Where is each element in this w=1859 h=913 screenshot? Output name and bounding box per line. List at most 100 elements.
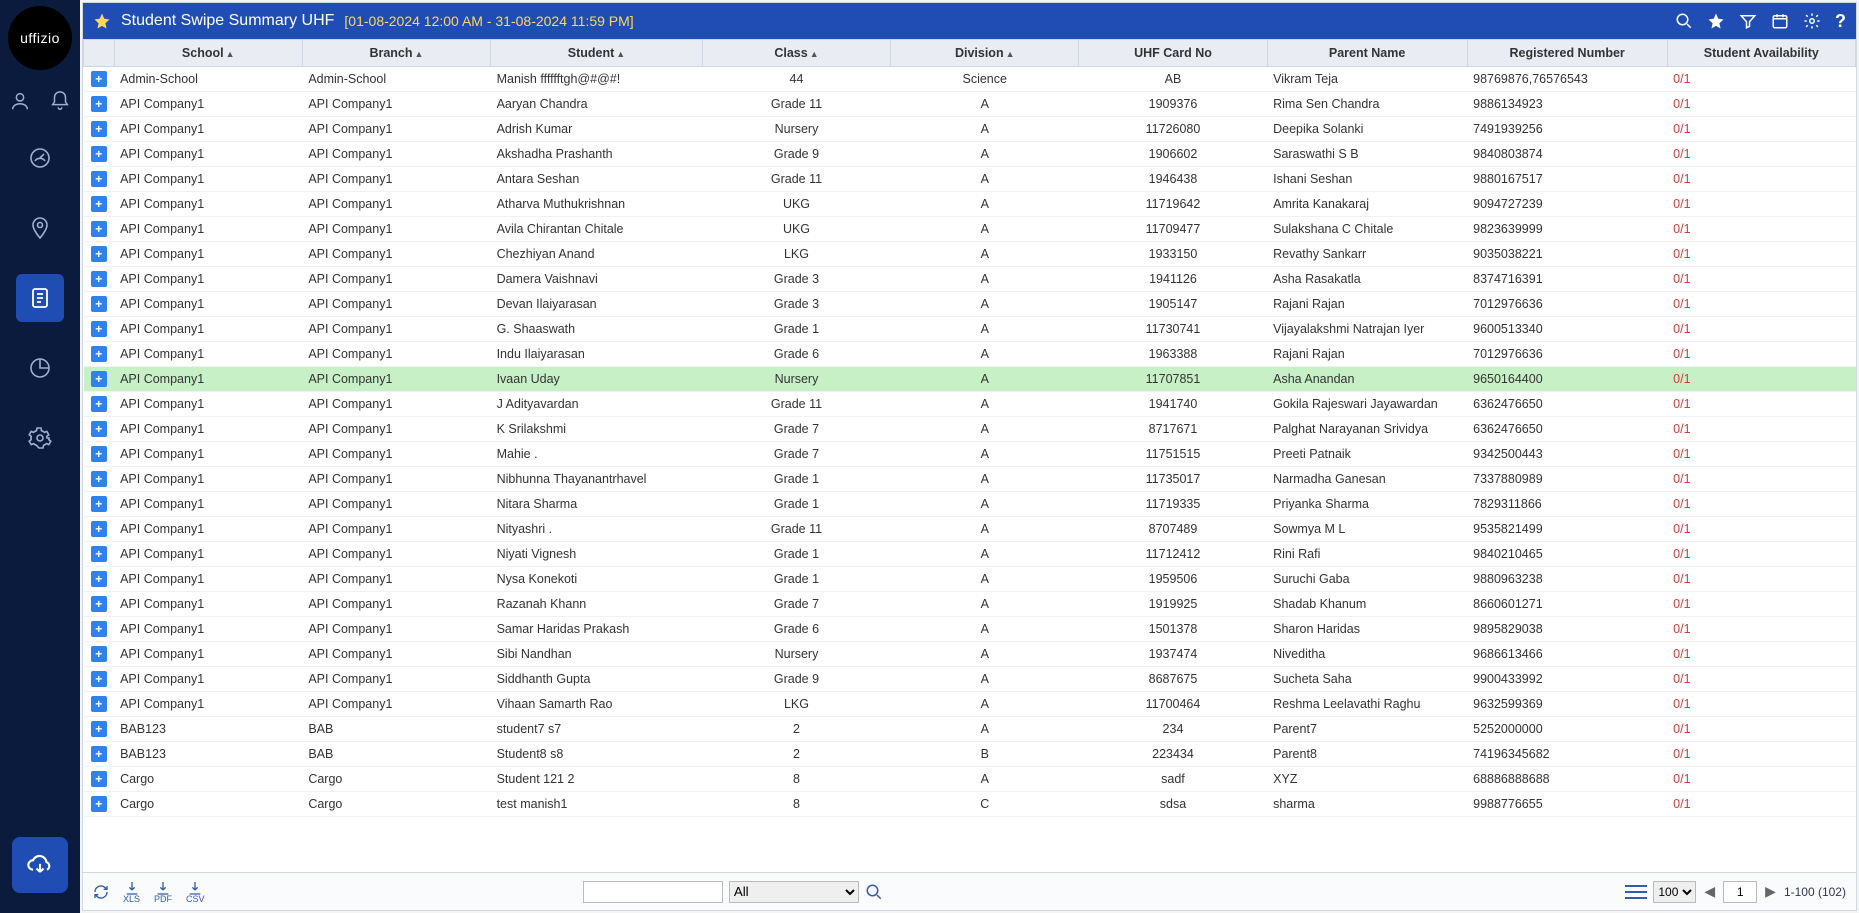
table-row[interactable]: +API Company1API Company1G. ShaaswathGra… xyxy=(84,317,1856,342)
expand-row-button[interactable]: + xyxy=(91,296,107,312)
nav-reports[interactable] xyxy=(16,274,64,322)
nav-analytics[interactable] xyxy=(16,344,64,392)
table-row[interactable]: +Admin-SchoolAdmin-SchoolManish fffffftg… xyxy=(84,67,1856,92)
cell-branch: API Company1 xyxy=(302,142,490,167)
table-row[interactable]: +API Company1API Company1J AdityavardanG… xyxy=(84,392,1856,417)
expand-row-button[interactable]: + xyxy=(91,396,107,412)
expand-row-button[interactable]: + xyxy=(91,446,107,462)
calendar-icon[interactable] xyxy=(1771,12,1789,30)
expand-row-button[interactable]: + xyxy=(91,196,107,212)
expand-row-button[interactable]: + xyxy=(91,796,107,812)
expand-row-button[interactable]: + xyxy=(91,271,107,287)
table-row[interactable]: +API Company1API Company1Avila Chirantan… xyxy=(84,217,1856,242)
table-row[interactable]: +API Company1API Company1Samar Haridas P… xyxy=(84,617,1856,642)
nav-dashboard[interactable] xyxy=(16,134,64,182)
bell-icon[interactable] xyxy=(49,90,71,112)
footer-filter-select[interactable]: All xyxy=(729,881,859,903)
expand-row-button[interactable]: + xyxy=(91,546,107,562)
expand-row-button[interactable]: + xyxy=(91,471,107,487)
expand-row-button[interactable]: + xyxy=(91,521,107,537)
expand-row-button[interactable]: + xyxy=(91,421,107,437)
col-reg[interactable]: Registered Number xyxy=(1467,40,1667,67)
nav-tracking[interactable] xyxy=(16,204,64,252)
table-row[interactable]: +API Company1API Company1Ivaan UdayNurse… xyxy=(84,367,1856,392)
col-card[interactable]: UHF Card No xyxy=(1079,40,1267,67)
gear-icon[interactable] xyxy=(1803,12,1821,30)
expand-row-button[interactable]: + xyxy=(91,746,107,762)
prev-page-button[interactable]: ◀ xyxy=(1702,883,1717,900)
expand-row-button[interactable]: + xyxy=(91,621,107,637)
cell-availability: 0/1 xyxy=(1667,592,1855,617)
expand-row-button[interactable]: + xyxy=(91,596,107,612)
nav-settings[interactable] xyxy=(16,414,64,462)
expand-row-button[interactable]: + xyxy=(91,96,107,112)
table-row[interactable]: +API Company1API Company1Chezhiyan Anand… xyxy=(84,242,1856,267)
expand-row-button[interactable]: + xyxy=(91,496,107,512)
table-row[interactable]: +API Company1API Company1Aaryan ChandraG… xyxy=(84,92,1856,117)
table-row[interactable]: +API Company1API Company1Vihaan Samarth … xyxy=(84,692,1856,717)
table-row[interactable]: +API Company1API Company1Adrish KumarNur… xyxy=(84,117,1856,142)
nav-cloud-download[interactable] xyxy=(12,837,68,893)
table-row[interactable]: +BAB123BABstudent7 s72A234Parent75252000… xyxy=(84,717,1856,742)
table-row[interactable]: +API Company1API Company1Antara SeshanGr… xyxy=(84,167,1856,192)
table-row[interactable]: +API Company1API Company1Nibhunna Thayan… xyxy=(84,467,1856,492)
table-row[interactable]: +CargoCargotest manish18Csdsasharma99887… xyxy=(84,792,1856,817)
expand-row-button[interactable]: + xyxy=(91,346,107,362)
col-branch[interactable]: Branch▲ xyxy=(302,40,490,67)
cell-parent: Vijayalakshmi Natrajan Iyer xyxy=(1267,317,1467,342)
table-row[interactable]: +API Company1API Company1Siddhanth Gupta… xyxy=(84,667,1856,692)
col-student[interactable]: Student▲ xyxy=(491,40,703,67)
expand-row-button[interactable]: + xyxy=(91,171,107,187)
user-icon[interactable] xyxy=(9,90,31,112)
help-icon[interactable]: ? xyxy=(1835,11,1846,32)
table-row[interactable]: +API Company1API Company1Devan Ilaiyaras… xyxy=(84,292,1856,317)
search-icon[interactable] xyxy=(1675,12,1693,30)
table-row[interactable]: +API Company1API Company1Nitara SharmaGr… xyxy=(84,492,1856,517)
expand-row-button[interactable]: + xyxy=(91,371,107,387)
expand-row-button[interactable]: + xyxy=(91,696,107,712)
table-row[interactable]: +API Company1API Company1Indu Ilaiyarasa… xyxy=(84,342,1856,367)
table-row[interactable]: +API Company1API Company1Nysa KonekotiGr… xyxy=(84,567,1856,592)
table-row[interactable]: +API Company1API Company1Nityashri .Grad… xyxy=(84,517,1856,542)
page-size-select[interactable]: 100 xyxy=(1653,881,1696,903)
next-page-button[interactable]: ▶ xyxy=(1763,883,1778,900)
footer-search-icon[interactable] xyxy=(865,883,883,901)
table-row[interactable]: +API Company1API Company1Damera Vaishnav… xyxy=(84,267,1856,292)
expand-row-button[interactable]: + xyxy=(91,671,107,687)
page-number-input[interactable] xyxy=(1723,881,1757,903)
expand-row-button[interactable]: + xyxy=(91,246,107,262)
table-row[interactable]: +BAB123BABStudent8 s82B223434Parent87419… xyxy=(84,742,1856,767)
refresh-icon[interactable] xyxy=(93,884,109,900)
table-row[interactable]: +API Company1API Company1Razanah KhannGr… xyxy=(84,592,1856,617)
export-csv-button[interactable]: CSV xyxy=(186,880,205,904)
table-row[interactable]: +API Company1API Company1Atharva Muthukr… xyxy=(84,192,1856,217)
col-school[interactable]: School▲ xyxy=(114,40,302,67)
col-class[interactable]: Class▲ xyxy=(702,40,890,67)
expand-row-button[interactable]: + xyxy=(91,221,107,237)
table-row[interactable]: +API Company1API Company1Akshadha Prasha… xyxy=(84,142,1856,167)
footer-search-input[interactable] xyxy=(583,881,723,903)
table-row[interactable]: +CargoCargoStudent 121 28AsadfXYZ6888688… xyxy=(84,767,1856,792)
expand-row-button[interactable]: + xyxy=(91,121,107,137)
favorite-icon[interactable] xyxy=(1707,12,1725,30)
expand-row-button[interactable]: + xyxy=(91,571,107,587)
table-row[interactable]: +API Company1API Company1Niyati VigneshG… xyxy=(84,542,1856,567)
cell-branch: API Company1 xyxy=(302,317,490,342)
table-row[interactable]: +API Company1API Company1K SrilakshmiGra… xyxy=(84,417,1856,442)
star-icon[interactable] xyxy=(93,12,111,30)
col-avail[interactable]: Student Availability xyxy=(1667,40,1855,67)
filter-icon[interactable] xyxy=(1739,12,1757,30)
expand-row-button[interactable]: + xyxy=(91,321,107,337)
expand-row-button[interactable]: + xyxy=(91,721,107,737)
data-table-scroll[interactable]: School▲ Branch▲ Student▲ Class▲ Division… xyxy=(83,39,1856,872)
col-division[interactable]: Division▲ xyxy=(891,40,1079,67)
expand-row-button[interactable]: + xyxy=(91,646,107,662)
export-pdf-button[interactable]: PDF xyxy=(154,880,172,904)
expand-row-button[interactable]: + xyxy=(91,71,107,87)
table-row[interactable]: +API Company1API Company1Mahie .Grade 7A… xyxy=(84,442,1856,467)
col-parent[interactable]: Parent Name xyxy=(1267,40,1467,67)
table-row[interactable]: +API Company1API Company1Sibi NandhanNur… xyxy=(84,642,1856,667)
export-xls-button[interactable]: XLS xyxy=(123,880,140,904)
expand-row-button[interactable]: + xyxy=(91,146,107,162)
expand-row-button[interactable]: + xyxy=(91,771,107,787)
